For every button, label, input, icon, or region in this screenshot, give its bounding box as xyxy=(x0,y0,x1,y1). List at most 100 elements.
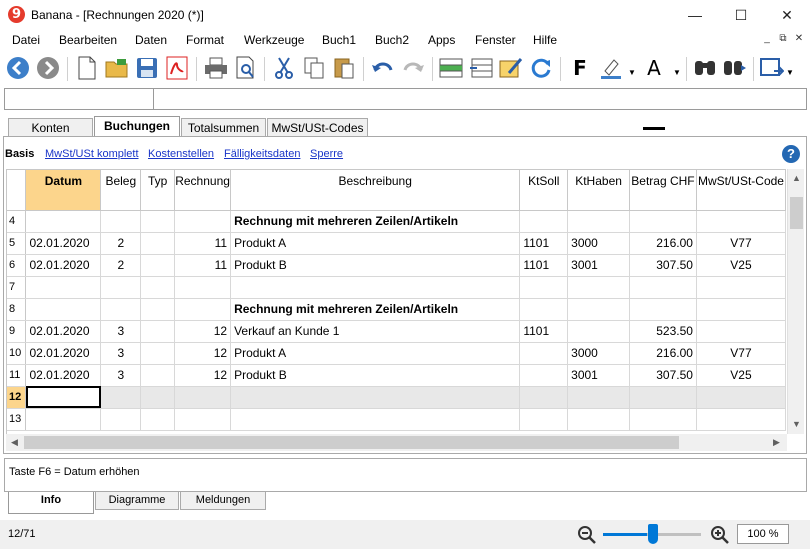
row-number[interactable]: 8 xyxy=(7,298,27,321)
cell-rechnung[interactable] xyxy=(174,210,232,233)
vertical-scrollbar[interactable]: ▲ ▼ xyxy=(787,169,804,434)
new-file-icon[interactable] xyxy=(74,55,100,81)
cell-kthaben[interactable] xyxy=(567,386,630,409)
table-row[interactable]: 11 02.01.2020 3 12 Produkt B 3001 307.50 V25 xyxy=(7,364,786,387)
view-kostenstellen[interactable]: Kostenstellen xyxy=(148,148,214,160)
mdi-restore-button[interactable]: ⧉ xyxy=(776,32,790,46)
table-row[interactable]: 4 Rechnung mit mehreren Zeilen/Artikeln xyxy=(7,210,786,233)
cell-beleg[interactable] xyxy=(100,298,142,321)
menu-format[interactable]: Format xyxy=(186,33,224,47)
row-number[interactable]: 4 xyxy=(7,210,27,233)
column-header-kthaben[interactable]: KtHaben xyxy=(567,170,630,211)
undo-icon[interactable] xyxy=(370,55,396,81)
zoom-out-icon[interactable] xyxy=(577,525,597,548)
menu-datei[interactable]: Datei xyxy=(12,33,40,47)
cell-betrag[interactable]: 216.00 xyxy=(629,232,697,255)
edit-table-icon[interactable] xyxy=(498,55,524,81)
vertical-scroll-thumb[interactable] xyxy=(790,197,803,229)
tab-info[interactable]: Info xyxy=(8,492,94,514)
insert-row-icon[interactable] xyxy=(438,55,464,81)
view-basis[interactable]: Basis xyxy=(5,148,34,160)
cell-ktsoll[interactable] xyxy=(519,210,569,233)
cell-datum[interactable]: 02.01.2020 xyxy=(25,254,102,277)
cell-ktsoll[interactable] xyxy=(519,364,569,387)
mdi-minimize-button[interactable]: _ xyxy=(760,32,774,46)
cell-beleg[interactable]: 3 xyxy=(100,364,142,387)
tab-mwst-ust-codes[interactable]: MwSt/USt-Codes xyxy=(267,118,368,138)
table-row[interactable]: 7 xyxy=(7,276,786,299)
cell-kthaben[interactable] xyxy=(567,210,630,233)
cell-datum[interactable] xyxy=(25,298,102,321)
cell-kthaben[interactable] xyxy=(567,408,630,431)
tab-diagramme[interactable]: Diagramme xyxy=(95,492,179,510)
row-number[interactable]: 7 xyxy=(7,276,27,299)
cell-rechnung[interactable] xyxy=(174,408,232,431)
column-header-beschreibung[interactable]: Beschreibung xyxy=(230,170,521,211)
cell-beleg[interactable] xyxy=(100,408,142,431)
row-number[interactable]: 10 xyxy=(7,342,27,365)
row-number[interactable]: 5 xyxy=(7,232,27,255)
cell-beschreibung[interactable] xyxy=(230,386,521,409)
cell-betrag[interactable] xyxy=(629,408,697,431)
cell-mwst[interactable] xyxy=(696,386,786,409)
cell-typ[interactable] xyxy=(140,210,176,233)
column-header-datum[interactable]: Datum xyxy=(25,170,102,211)
column-header-beleg[interactable]: Beleg xyxy=(100,170,142,211)
horizontal-scroll-thumb[interactable] xyxy=(24,436,679,449)
cell-ktsoll[interactable] xyxy=(519,342,569,365)
cell-typ[interactable] xyxy=(140,408,176,431)
cell-datum[interactable]: 02.01.2020 xyxy=(25,320,102,343)
cell-betrag[interactable]: 307.50 xyxy=(629,254,697,277)
paste-icon[interactable] xyxy=(331,55,357,81)
table-row[interactable]: 6 02.01.2020 2 11 Produkt B 1101 3001 307.50 V25 xyxy=(7,254,786,277)
zoom-level-field[interactable]: 100 % xyxy=(737,524,789,544)
print-preview-icon[interactable] xyxy=(233,55,259,81)
tab-totalsummen[interactable]: Totalsummen xyxy=(181,118,266,138)
row-number[interactable]: 9 xyxy=(7,320,27,343)
cell-rechnung[interactable] xyxy=(174,276,232,299)
column-header-betrag-chf[interactable]: Betrag CHF xyxy=(629,170,697,211)
cell-mwst[interactable]: V25 xyxy=(696,364,786,387)
cell-betrag[interactable] xyxy=(629,276,697,299)
cell-typ[interactable] xyxy=(140,232,176,255)
copy-icon[interactable] xyxy=(301,55,327,81)
cell-mwst[interactable] xyxy=(696,210,786,233)
print-icon[interactable] xyxy=(203,55,229,81)
recalculate-icon[interactable] xyxy=(528,55,554,81)
scroll-down-icon[interactable]: ▼ xyxy=(792,419,801,429)
delete-row-icon[interactable] xyxy=(468,55,494,81)
tab-konten[interactable]: Konten xyxy=(8,118,93,138)
cell-kthaben[interactable]: 3001 xyxy=(567,364,630,387)
mdi-close-button[interactable]: ✕ xyxy=(792,32,806,46)
menu-buch2[interactable]: Buch2 xyxy=(375,33,409,47)
cell-input-bar[interactable] xyxy=(4,88,807,110)
cell-rechnung[interactable] xyxy=(174,386,232,409)
highlight-dropdown-icon[interactable]: ▼ xyxy=(628,68,636,77)
cell-beleg[interactable]: 2 xyxy=(100,254,142,277)
cell-ktsoll[interactable] xyxy=(519,386,569,409)
table-row[interactable]: 10 02.01.2020 3 12 Produkt A 3000 216.00 V77 xyxy=(7,342,786,365)
column-header-rechnung[interactable]: Rechnung xyxy=(174,170,232,211)
cell-rechnung[interactable]: 11 xyxy=(174,254,232,277)
window-switch-icon[interactable] xyxy=(759,55,785,81)
menu-werkzeuge[interactable]: Werkzeuge xyxy=(244,33,304,47)
cell-kthaben[interactable]: 3000 xyxy=(567,232,630,255)
row-number[interactable]: 6 xyxy=(7,254,27,277)
cell-rechnung[interactable]: 12 xyxy=(174,320,232,343)
table-row[interactable]: 12 xyxy=(7,386,786,409)
cell-typ[interactable] xyxy=(140,320,176,343)
table-row[interactable]: 13 xyxy=(7,408,786,431)
table-row[interactable]: 5 02.01.2020 2 11 Produkt A 1101 3000 216.00 V77 xyxy=(7,232,786,255)
forward-icon[interactable] xyxy=(35,55,61,81)
maximize-button[interactable]: ☐ xyxy=(718,0,764,30)
cell-ktsoll[interactable] xyxy=(519,276,569,299)
cell-beschreibung[interactable]: Produkt A xyxy=(230,342,521,365)
cell-typ[interactable] xyxy=(140,386,176,409)
cell-kthaben[interactable]: 3000 xyxy=(567,342,630,365)
cell-kthaben[interactable]: 3001 xyxy=(567,254,630,277)
tab-buchungen[interactable]: Buchungen xyxy=(94,116,180,138)
table-row[interactable]: 9 02.01.2020 3 12 Verkauf an Kunde 1 1101 523.… xyxy=(7,320,786,343)
row-number[interactable]: 12 xyxy=(7,386,27,409)
open-folder-icon[interactable] xyxy=(104,55,130,81)
cell-beschreibung[interactable]: Produkt B xyxy=(230,364,521,387)
